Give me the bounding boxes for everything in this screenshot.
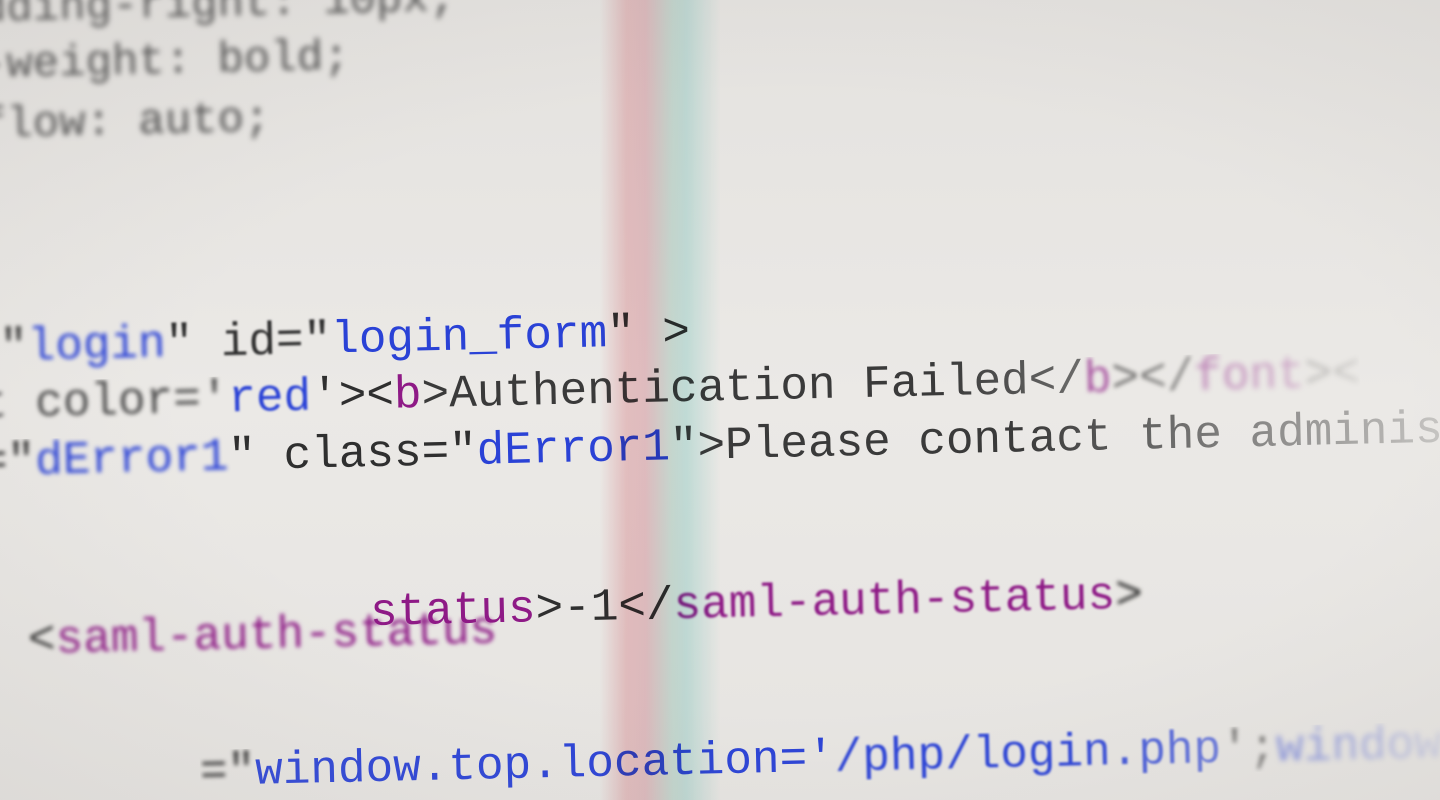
code-token: '><	[310, 369, 395, 424]
code-token: dError1	[476, 421, 671, 478]
code-token: saml-auth-status	[673, 570, 1116, 633]
code-token: " class="	[227, 425, 478, 484]
code-token: <	[27, 614, 57, 667]
code-token: ></	[1110, 351, 1195, 406]
code-token: window.top.location='	[254, 732, 836, 798]
code-line-2: -weight: bold;	[0, 32, 351, 91]
code-token: >	[1114, 569, 1144, 623]
code-token: " >	[606, 306, 691, 361]
code-token: ="	[0, 435, 36, 489]
code-token: window	[1275, 718, 1440, 775]
code-token: ">Please contact the administ	[669, 403, 1440, 474]
code-editor-screen: dding-right: 10px; -weight: bold; flow: …	[0, 0, 1440, 800]
code-token: /php/login.php	[834, 723, 1222, 785]
code-token: dding-right: 10px;	[0, 0, 456, 35]
code-token: font	[1193, 348, 1306, 404]
code-line-8: <saml-auth-status	[27, 604, 498, 667]
code-token: >Authentication Failed</	[421, 353, 1085, 421]
code-token: b	[393, 368, 423, 422]
code-line-9: ="window.top.location='/php/login.php';w…	[199, 718, 1440, 799]
code-token: " id="	[165, 314, 332, 371]
code-token: saml-auth-status	[55, 604, 498, 667]
code-token: -weight: bold;	[0, 32, 351, 91]
code-token: login	[27, 318, 167, 374]
code-token: >-1</	[535, 580, 675, 636]
code-token: dError1	[34, 431, 229, 488]
code-token: login_form	[330, 308, 608, 367]
code-line-3: flow: auto;	[0, 94, 271, 151]
code-token: ><	[1304, 347, 1361, 401]
code-token: b	[1083, 353, 1113, 406]
code-token: t color='	[0, 373, 229, 431]
code-token: flow: auto;	[0, 94, 271, 151]
code-token: red	[227, 371, 312, 426]
code-line-1: dding-right: 10px;	[0, 0, 456, 35]
code-token: "	[0, 321, 29, 374]
code-token: ';	[1220, 722, 1277, 776]
code-line-4: "login" id="login_form" >	[0, 306, 691, 374]
code-token: ="	[199, 745, 256, 799]
